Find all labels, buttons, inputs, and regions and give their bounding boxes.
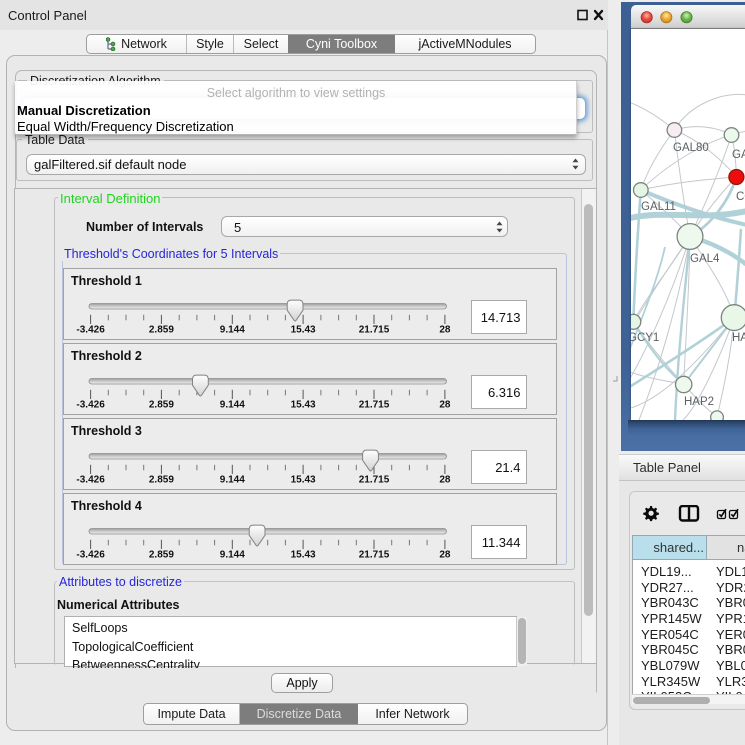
svg-text:15.43: 15.43: [291, 549, 316, 560]
svg-text:2.859: 2.859: [149, 549, 174, 560]
svg-text:21.715: 21.715: [359, 399, 390, 410]
svg-text:15.43: 15.43: [291, 474, 316, 485]
svg-text:HAP2: HAP2: [684, 396, 714, 408]
svg-text:21.715: 21.715: [359, 549, 390, 560]
svg-text:-3.426: -3.426: [76, 399, 105, 410]
svg-text:9.144: 9.144: [220, 474, 245, 485]
svg-text:9.144: 9.144: [220, 399, 245, 410]
svg-text:2.859: 2.859: [149, 399, 174, 410]
svg-text:21.715: 21.715: [359, 474, 390, 485]
svg-text:15.43: 15.43: [291, 399, 316, 410]
svg-text:GAL11: GAL11: [641, 201, 676, 213]
svg-text:9.144: 9.144: [220, 324, 245, 335]
svg-text:HA: HA: [732, 332, 745, 344]
svg-text:CG: CG: [736, 191, 745, 203]
svg-text:-3.426: -3.426: [76, 324, 105, 335]
svg-text:9.144: 9.144: [220, 549, 245, 560]
svg-text:GAL80: GAL80: [673, 142, 709, 154]
svg-text:28: 28: [439, 324, 451, 335]
svg-text:-3.426: -3.426: [76, 549, 105, 560]
svg-text:GAL7: GAL7: [732, 149, 745, 161]
svg-text:2.859: 2.859: [149, 474, 174, 485]
svg-text:21.715: 21.715: [359, 324, 390, 335]
svg-text:15.43: 15.43: [291, 324, 316, 335]
svg-text:28: 28: [439, 549, 451, 560]
svg-text:28: 28: [439, 474, 451, 485]
svg-text:2.859: 2.859: [149, 324, 174, 335]
svg-text:GCY1: GCY1: [631, 332, 659, 344]
svg-text:28: 28: [439, 399, 451, 410]
svg-text:-3.426: -3.426: [76, 474, 105, 485]
svg-text:GAL4: GAL4: [690, 253, 720, 265]
